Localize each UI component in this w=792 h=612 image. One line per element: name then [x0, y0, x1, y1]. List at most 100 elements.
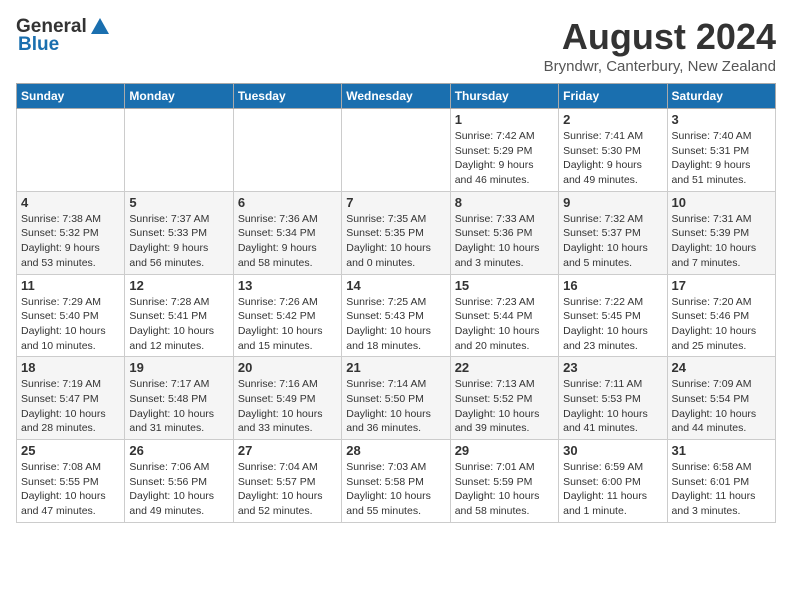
day-info: and 39 minutes. — [455, 421, 554, 436]
day-info: Sunrise: 7:32 AM — [563, 212, 662, 227]
day-number: 2 — [563, 112, 662, 127]
calendar-table: Sunday Monday Tuesday Wednesday Thursday… — [16, 83, 776, 523]
day-number: 27 — [238, 443, 337, 458]
day-info: Sunset: 6:00 PM — [563, 475, 662, 490]
day-info: and 36 minutes. — [346, 421, 445, 436]
day-info: Sunset: 5:35 PM — [346, 226, 445, 241]
table-row: 27 Sunrise: 7:04 AMSunset: 5:57 PMDayligh… — [233, 440, 341, 523]
col-friday: Friday — [559, 84, 667, 109]
day-info: and 49 minutes. — [129, 504, 228, 519]
col-tuesday: Tuesday — [233, 84, 341, 109]
day-number: 12 — [129, 278, 228, 293]
day-info: Sunset: 5:50 PM — [346, 392, 445, 407]
day-number: 29 — [455, 443, 554, 458]
day-info: Sunset: 5:37 PM — [563, 226, 662, 241]
day-info: Sunrise: 7:41 AM — [563, 129, 662, 144]
day-info: Sunset: 5:49 PM — [238, 392, 337, 407]
table-row: 20Sunrise: 7:16 AMSunset: 5:49 PMDayligh… — [233, 357, 341, 440]
day-info: Sunrise: 7:13 AM — [455, 377, 554, 392]
day-number: 13 — [238, 278, 337, 293]
day-info: and 7 minutes. — [672, 256, 771, 271]
day-info: Daylight: 10 hours — [346, 489, 445, 504]
table-row: 14Sunrise: 7:25 AMSunset: 5:43 PMDayligh… — [342, 274, 450, 357]
day-info: Sunrise: 7:04 AM — [238, 460, 337, 475]
day-info: Daylight: 10 hours — [563, 324, 662, 339]
page-header: General Blue August 2024 Bryndwr, Canter… — [16, 16, 776, 75]
day-number: 9 — [563, 195, 662, 210]
table-row: 18Sunrise: 7:19 AMSunset: 5:47 PMDayligh… — [17, 357, 125, 440]
day-info: Daylight: 10 hours — [129, 407, 228, 422]
day-number: 30 — [563, 443, 662, 458]
table-row: 16Sunrise: 7:22 AMSunset: 5:45 PMDayligh… — [559, 274, 667, 357]
day-info: Sunrise: 7:31 AM — [672, 212, 771, 227]
day-number: 20 — [238, 360, 337, 375]
day-info: Daylight: 10 hours — [672, 324, 771, 339]
day-number: 17 — [672, 278, 771, 293]
day-info: and 58 minutes. — [238, 256, 337, 271]
day-info: Sunset: 5:42 PM — [238, 309, 337, 324]
day-number: 11 — [21, 278, 120, 293]
day-number: 7 — [346, 195, 445, 210]
table-row: 3Sunrise: 7:40 AMSunset: 5:31 PMDaylight… — [667, 109, 775, 192]
day-info: Sunrise: 7:17 AM — [129, 377, 228, 392]
table-row: 4Sunrise: 7:38 AMSunset: 5:32 PMDaylight… — [17, 191, 125, 274]
day-info: Sunset: 6:01 PM — [672, 475, 771, 490]
day-info: Sunset: 5:56 PM — [129, 475, 228, 490]
week-row-3: 11Sunrise: 7:29 AMSunset: 5:40 PMDayligh… — [17, 274, 776, 357]
col-thursday: Thursday — [450, 84, 558, 109]
day-info: Daylight: 10 hours — [129, 489, 228, 504]
day-info: Daylight: 10 hours — [672, 407, 771, 422]
day-info: Sunrise: 7:38 AM — [21, 212, 120, 227]
table-row — [17, 109, 125, 192]
day-info: Sunset: 5:43 PM — [346, 309, 445, 324]
day-info: and 31 minutes. — [129, 421, 228, 436]
day-info: Daylight: 10 hours — [21, 407, 120, 422]
day-info: Sunset: 5:34 PM — [238, 226, 337, 241]
day-info: Daylight: 9 hours — [672, 158, 771, 173]
day-info: and 55 minutes. — [346, 504, 445, 519]
day-info: and 18 minutes. — [346, 339, 445, 354]
day-info: and 3 minutes. — [672, 504, 771, 519]
day-info: Sunrise: 7:22 AM — [563, 295, 662, 310]
day-info: Daylight: 10 hours — [21, 324, 120, 339]
table-row: 31Sunrise: 6:58 AMSunset: 6:01 PMDayligh… — [667, 440, 775, 523]
day-info: Daylight: 10 hours — [238, 489, 337, 504]
day-info: Daylight: 9 hours — [238, 241, 337, 256]
table-row: 2Sunrise: 7:41 AMSunset: 5:30 PMDaylight… — [559, 109, 667, 192]
day-number: 14 — [346, 278, 445, 293]
day-info: Sunset: 5:31 PM — [672, 144, 771, 159]
day-info: and 33 minutes. — [238, 421, 337, 436]
day-info: Daylight: 9 hours — [129, 241, 228, 256]
day-number: 3 — [672, 112, 771, 127]
day-info: Sunset: 5:53 PM — [563, 392, 662, 407]
table-row: 11Sunrise: 7:29 AMSunset: 5:40 PMDayligh… — [17, 274, 125, 357]
table-row: 26Sunrise: 7:06 AMSunset: 5:56 PMDayligh… — [125, 440, 233, 523]
day-info: Sunset: 5:58 PM — [346, 475, 445, 490]
day-info: Sunset: 5:47 PM — [21, 392, 120, 407]
day-info: and 3 minutes. — [455, 256, 554, 271]
day-info: Sunrise: 7:35 AM — [346, 212, 445, 227]
day-info: Daylight: 10 hours — [238, 407, 337, 422]
table-row: 5Sunrise: 7:37 AMSunset: 5:33 PMDaylight… — [125, 191, 233, 274]
day-info: Sunset: 5:57 PM — [238, 475, 337, 490]
day-info: Sunrise: 7:29 AM — [21, 295, 120, 310]
day-info: and 51 minutes. — [672, 173, 771, 188]
day-number: 22 — [455, 360, 554, 375]
week-row-5: 25Sunrise: 7:08 AMSunset: 5:55 PMDayligh… — [17, 440, 776, 523]
table-row: 13Sunrise: 7:26 AMSunset: 5:42 PMDayligh… — [233, 274, 341, 357]
day-number: 23 — [563, 360, 662, 375]
table-row: 24Sunrise: 7:09 AMSunset: 5:54 PMDayligh… — [667, 357, 775, 440]
day-info: Sunset: 5:30 PM — [563, 144, 662, 159]
day-info: and 49 minutes. — [563, 173, 662, 188]
day-info: Sunrise: 7:03 AM — [346, 460, 445, 475]
day-info: Sunrise: 7:14 AM — [346, 377, 445, 392]
table-row: 8Sunrise: 7:33 AMSunset: 5:36 PMDaylight… — [450, 191, 558, 274]
day-info: Daylight: 10 hours — [346, 241, 445, 256]
table-row: 29Sunrise: 7:01 AMSunset: 5:59 PMDayligh… — [450, 440, 558, 523]
day-info: and 44 minutes. — [672, 421, 771, 436]
day-info: and 56 minutes. — [129, 256, 228, 271]
day-info: Sunset: 5:36 PM — [455, 226, 554, 241]
table-row: 1Sunrise: 7:42 AMSunset: 5:29 PMDaylight… — [450, 109, 558, 192]
day-info: Sunrise: 7:06 AM — [129, 460, 228, 475]
day-number: 19 — [129, 360, 228, 375]
